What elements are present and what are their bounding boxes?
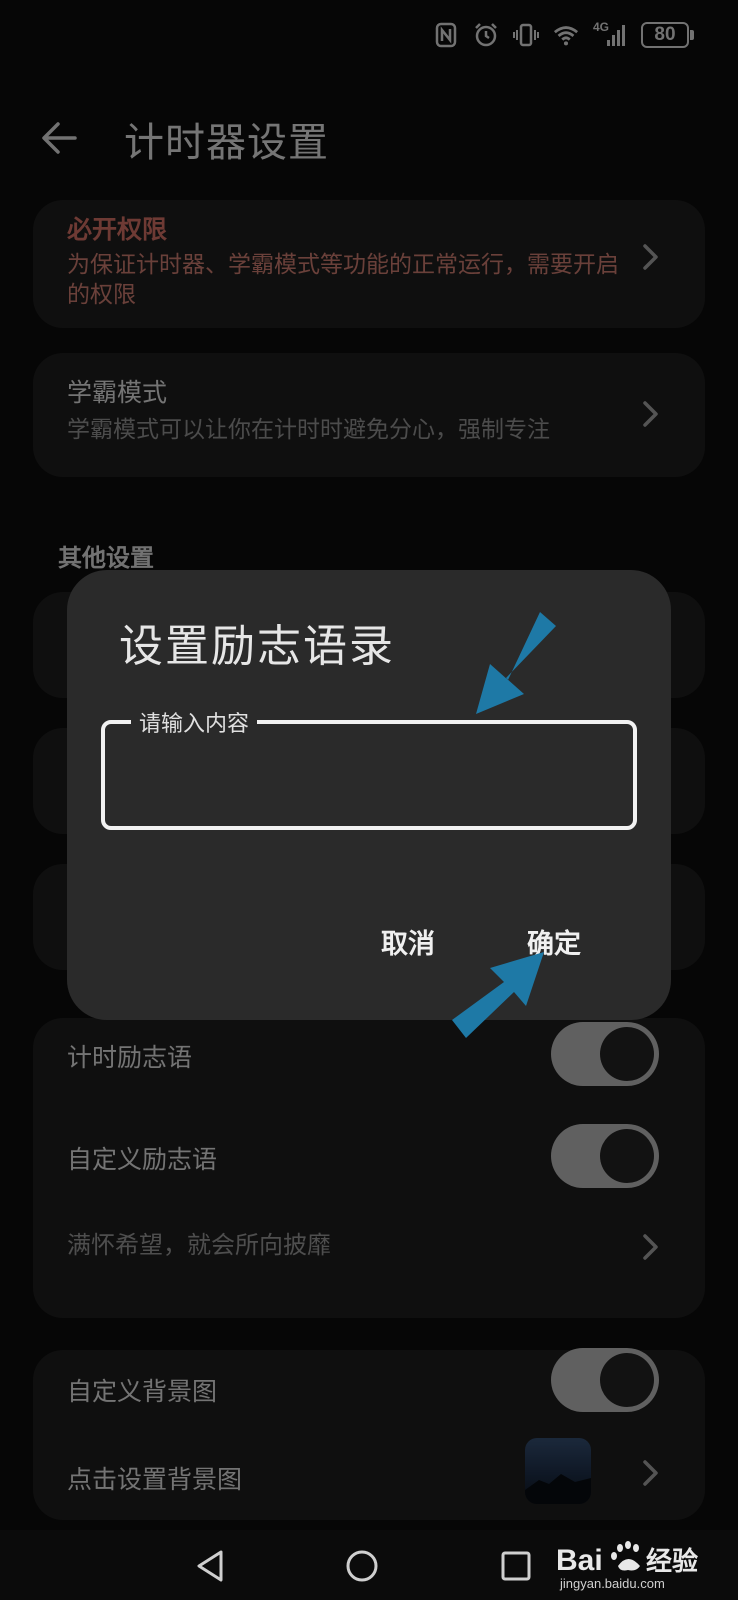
baidu-jingyan-watermark: Bai 经验 jingyan.baidu.com xyxy=(552,1536,702,1592)
screen: 4G 80 计时器设置 必开权限 为保证计时器、学霸模式等功能的正常运行，需要开… xyxy=(0,0,738,1600)
watermark-brand-cn: 经验 xyxy=(646,1546,698,1577)
nav-home-button[interactable] xyxy=(340,1544,384,1588)
square-recents-icon xyxy=(501,1551,531,1581)
circle-home-icon xyxy=(346,1550,378,1582)
triangle-back-icon xyxy=(197,1550,223,1582)
motto-input[interactable] xyxy=(121,754,621,798)
watermark-url: jingyan.baidu.com xyxy=(559,1576,665,1591)
watermark-brand: Bai xyxy=(556,1544,603,1577)
input-label: 请输入内容 xyxy=(131,706,258,738)
nav-recents-button[interactable] xyxy=(494,1544,538,1588)
dialog-title: 设置励志语录 xyxy=(119,621,395,672)
annotation-arrow-icon xyxy=(476,612,556,714)
nav-back-button[interactable] xyxy=(188,1544,232,1588)
motto-dialog: 设置励志语录 请输入内容 取消 确定 xyxy=(67,570,671,1020)
cancel-button[interactable]: 取消 xyxy=(381,922,435,961)
motto-input-box[interactable]: 请输入内容 xyxy=(101,706,637,830)
annotation-arrow-icon xyxy=(452,952,544,1038)
